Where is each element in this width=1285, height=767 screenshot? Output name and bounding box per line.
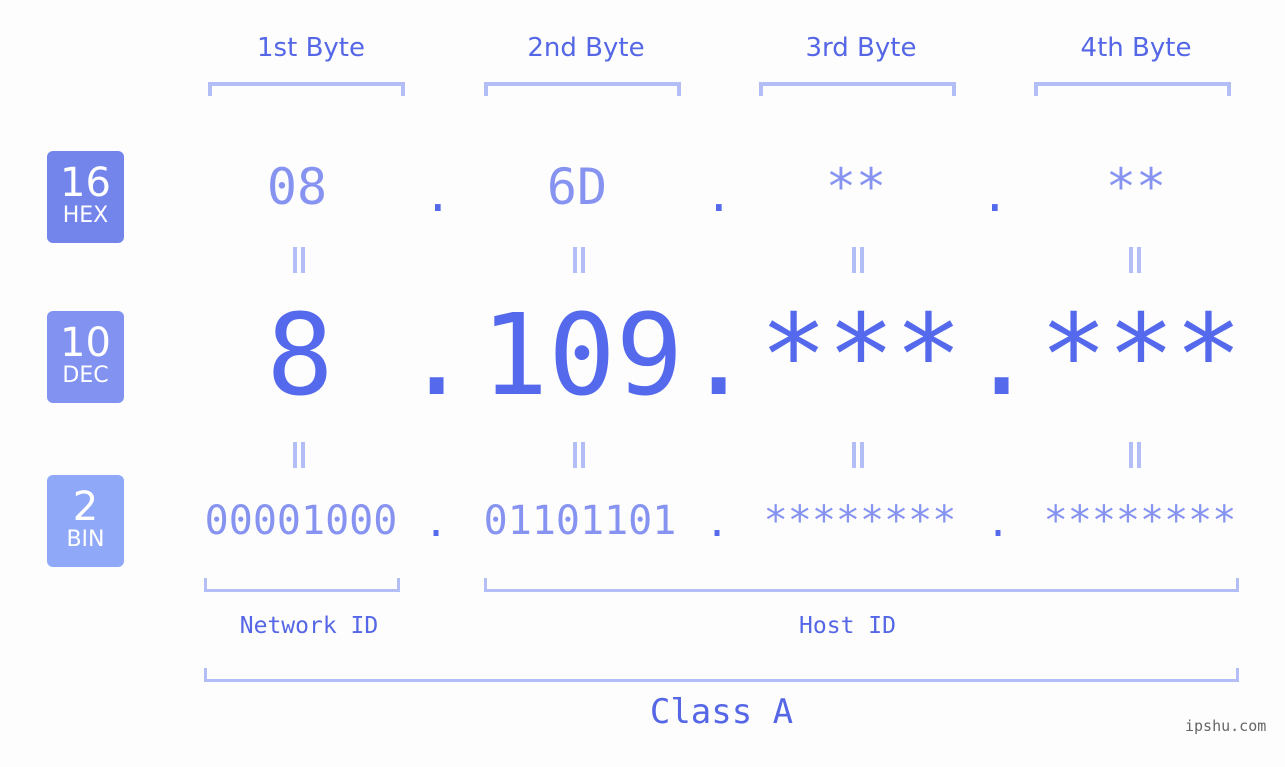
dec-byte-2: 109 [480,291,684,421]
byte-label-3: 3rd Byte [805,33,917,63]
hex-badge-base: 16 [60,160,111,206]
network-id-bracket [204,578,400,592]
class-label: Class A [649,692,794,732]
byte-label-4: 4th Byte [1080,33,1192,63]
class-bracket [204,668,1239,682]
hex-byte-3: ** [825,158,887,216]
equals-icon [293,247,305,273]
hex-byte-4: ** [1105,158,1167,216]
hex-badge: 16 HEX [47,151,124,243]
dec-badge-unit: DEC [62,363,109,388]
hex-badge-unit: HEX [62,203,109,228]
bin-byte-4: ******** [1043,498,1237,544]
byte-bracket-3 [759,82,956,96]
bin-separator-3: . [986,500,1011,546]
bin-badge-unit: BIN [66,527,105,552]
hex-byte-2: 6D [546,158,608,216]
byte-bracket-2 [484,82,681,96]
equals-icon [573,442,585,468]
host-id-label: Host ID [799,613,896,639]
equals-icon [1129,442,1141,468]
hex-byte-1: 08 [266,158,328,216]
dec-separator-1: . [403,291,471,421]
byte-bracket-4 [1034,82,1231,96]
bin-separator-2: . [705,500,730,546]
dec-badge-base: 10 [60,320,111,366]
dec-separator-3: . [968,291,1036,421]
equals-icon [293,442,305,468]
hex-separator-3: . [981,168,1009,222]
equals-icon [573,247,585,273]
network-id-label: Network ID [239,613,379,639]
bin-badge-base: 2 [72,484,99,530]
byte-label-2: 2nd Byte [527,33,645,63]
dec-byte-3: *** [759,291,963,421]
hex-separator-2: . [705,168,733,222]
dec-byte-1: 8 [266,291,334,421]
footer-watermark: ipshu.com [1185,717,1267,735]
bin-byte-3: ******** [763,498,957,544]
bin-byte-2: 01101101 [483,498,677,544]
equals-icon [852,247,864,273]
equals-icon [1129,247,1141,273]
dec-badge: 10 DEC [47,311,124,403]
hex-separator-1: . [424,168,452,222]
byte-bracket-1 [208,82,405,96]
dec-byte-4: *** [1039,291,1243,421]
equals-icon [852,442,864,468]
bin-byte-1: 00001000 [204,498,398,544]
byte-label-1: 1st Byte [257,33,365,63]
bin-badge: 2 BIN [47,475,124,567]
host-id-bracket [484,578,1239,592]
dec-separator-2: . [685,291,753,421]
bin-separator-1: . [424,500,449,546]
